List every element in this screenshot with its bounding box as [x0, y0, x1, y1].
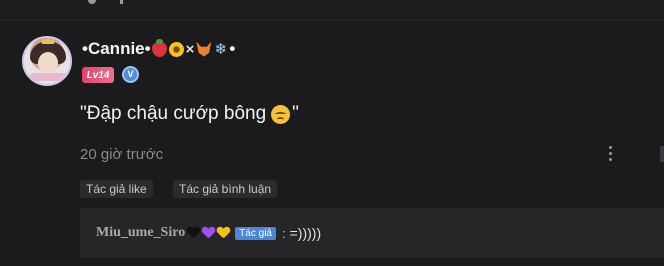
username-suffix: • [229, 39, 236, 58]
snowflake-icon: ❄ [214, 40, 228, 58]
top-strip-fragment [88, 0, 96, 4]
top-strip-fragment [120, 0, 123, 4]
comment-text: "Đập chậu cướp bông " [80, 103, 299, 125]
black-heart-icon [187, 227, 200, 239]
fox-icon [196, 41, 212, 57]
reply-author[interactable]: Miu_ume_Siro [96, 225, 185, 241]
author-like-chip: Tác giả like [80, 180, 153, 198]
username-text: •Cannie• [82, 39, 151, 58]
avatar-frame-label [30, 73, 68, 81]
avatar[interactable] [22, 36, 72, 86]
cross-symbol: × [185, 40, 195, 58]
reply-text: =))))) [289, 225, 322, 241]
strawberry-icon [151, 38, 167, 57]
verified-badge-icon: V [122, 66, 139, 83]
author-reply-chip: Tác giả bình luận [173, 180, 278, 198]
purple-heart-icon [202, 227, 215, 239]
more-options-icon[interactable] [605, 144, 615, 164]
level-badge: Lv14 [82, 67, 114, 83]
sunflower-icon [168, 41, 184, 57]
timestamp: 20 giờ trước [80, 146, 164, 163]
pensive-face-icon [271, 104, 291, 124]
comment-text-close: " [292, 103, 299, 124]
reply-line: Miu_ume_Siro Tác giả : =))))) [96, 225, 321, 241]
crown-icon [42, 38, 54, 44]
username[interactable]: •Cannie• × ❄ • [82, 38, 235, 60]
avatar-face [38, 52, 58, 74]
comment-text-body: "Đập chậu cướp bông [80, 103, 267, 124]
yellow-heart-icon [217, 227, 230, 239]
reply-preview[interactable]: Miu_ume_Siro Tác giả : =))))) [80, 208, 664, 258]
author-tag: Tác giả [235, 226, 276, 240]
top-strip [0, 0, 664, 21]
edge-fragment [660, 146, 664, 162]
reply-colon: : [282, 225, 286, 241]
